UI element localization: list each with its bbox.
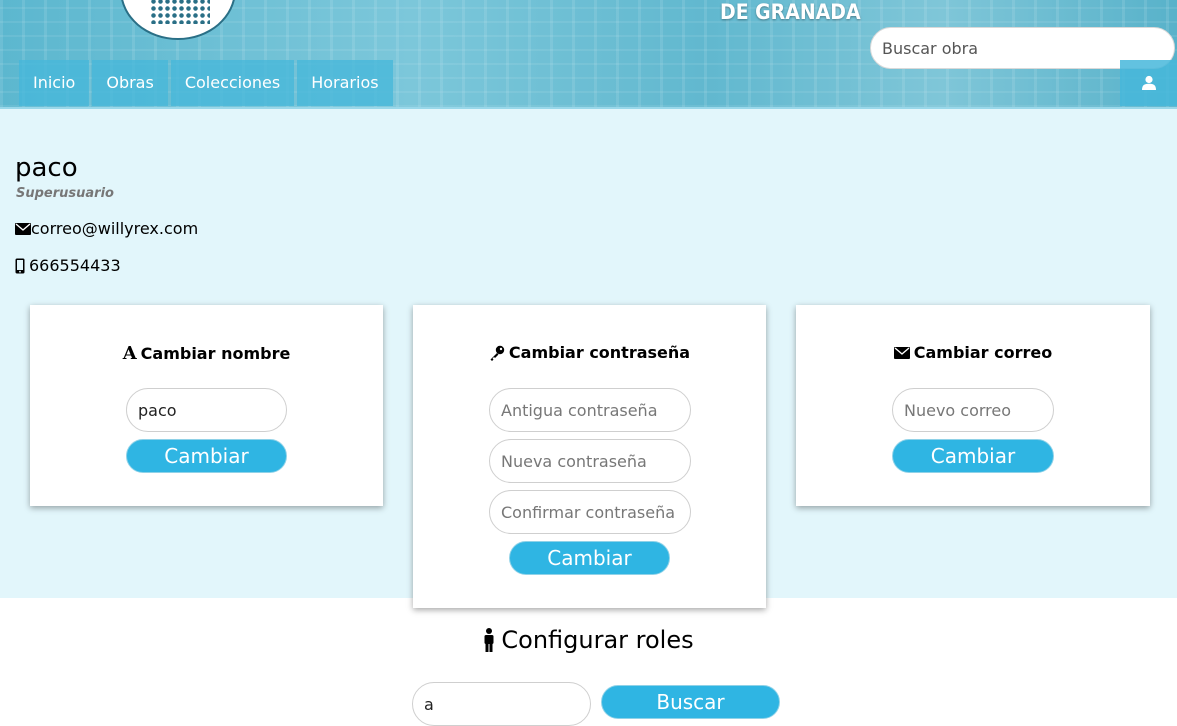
- change-password-title: Cambiar contraseña: [508, 343, 691, 362]
- user-icon: [1141, 75, 1156, 90]
- site-logo[interactable]: [120, 0, 236, 40]
- change-email-button[interactable]: Cambiar: [892, 439, 1054, 473]
- role-search-input[interactable]: [412, 682, 591, 726]
- name-input[interactable]: [126, 388, 287, 432]
- profile-phone-line: 666554433: [15, 256, 121, 275]
- change-email-card: Cambiar correo Cambiar: [796, 305, 1150, 506]
- change-password-button[interactable]: Cambiar: [509, 541, 670, 575]
- brand-title: DE GRANADA: [720, 0, 861, 24]
- profile-username: paco: [15, 153, 78, 183]
- profile-email-line: correo@willyrex.com: [15, 219, 198, 238]
- nav-item-obras[interactable]: Obras: [92, 60, 168, 106]
- main-nav: Inicio Obras Colecciones Horarios: [19, 60, 396, 106]
- user-menu-button[interactable]: [1120, 60, 1177, 106]
- profile-phone: 666554433: [29, 256, 121, 275]
- change-password-title-row: Cambiar contraseña: [413, 343, 766, 362]
- role-search-button[interactable]: Buscar: [601, 685, 780, 719]
- envelope-icon: [15, 222, 31, 235]
- change-email-title-row: Cambiar correo: [796, 343, 1150, 362]
- site-header: DE GRANADA Inicio Obras Colecciones Hora…: [0, 0, 1177, 109]
- nav-item-inicio[interactable]: Inicio: [19, 60, 90, 106]
- person-icon: [484, 628, 494, 652]
- roles-title-row: Configurar roles: [0, 626, 1177, 654]
- old-password-input[interactable]: [489, 388, 691, 432]
- nav-item-colecciones[interactable]: Colecciones: [170, 60, 295, 106]
- mobile-phone-icon: [15, 258, 25, 273]
- envelope-icon: [893, 346, 910, 359]
- change-password-card: Cambiar contraseña Cambiar: [413, 305, 766, 608]
- logo-pattern: [150, 0, 210, 24]
- change-name-card: A Cambiar nombre Cambiar: [30, 305, 383, 506]
- font-icon: A: [122, 343, 137, 364]
- profile-email: correo@willyrex.com: [31, 219, 199, 238]
- change-name-title-row: A Cambiar nombre: [30, 343, 383, 364]
- nav-item-horarios[interactable]: Horarios: [297, 60, 393, 106]
- change-name-title: Cambiar nombre: [140, 344, 291, 363]
- key-icon: [490, 345, 505, 361]
- change-email-title: Cambiar correo: [913, 343, 1053, 362]
- new-email-input[interactable]: [892, 388, 1054, 432]
- confirm-password-input[interactable]: [489, 490, 691, 534]
- new-password-input[interactable]: [489, 439, 691, 483]
- profile-role: Superusuario: [16, 186, 114, 201]
- change-name-button[interactable]: Cambiar: [126, 439, 287, 473]
- roles-title: Configurar roles: [501, 626, 694, 654]
